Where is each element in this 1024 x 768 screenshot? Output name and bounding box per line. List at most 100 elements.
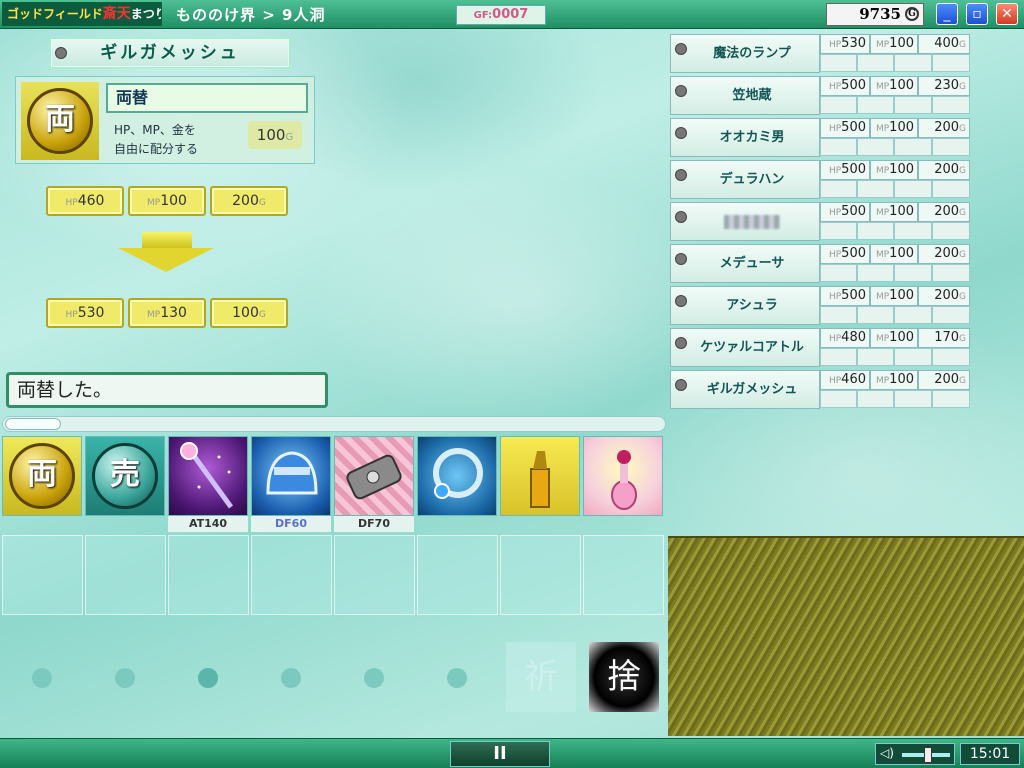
mp-value: 100 — [889, 36, 914, 51]
empty-slot[interactable] — [85, 535, 166, 615]
slot-bar — [820, 96, 857, 114]
empty-slot[interactable] — [168, 535, 249, 615]
coin-icon: G — [905, 7, 919, 21]
mp-label: MP — [875, 166, 890, 176]
empty-slot[interactable] — [251, 535, 332, 615]
page-dot[interactable] — [115, 668, 135, 688]
skill-description: HP、MP、金を 自由に配分する — [114, 121, 198, 159]
player-slot[interactable]: 笠地蔵 HP500 MP100 230G — [670, 76, 970, 115]
empty-slot[interactable] — [583, 535, 664, 615]
battle-field-area — [668, 536, 1024, 736]
slot-gold: 200G — [918, 160, 970, 180]
skill-icon-frame: 両 — [21, 82, 99, 160]
mp-label: MP — [875, 40, 890, 50]
slot-mp: MP100 — [870, 118, 918, 138]
empty-slot[interactable] — [500, 535, 581, 615]
slot-gold: 170G — [918, 328, 970, 348]
slot-bar — [857, 306, 894, 324]
slot-gold: 200G — [918, 244, 970, 264]
gold-value: 200 — [934, 288, 960, 303]
helmet-icon — [266, 451, 318, 495]
player-slot[interactable]: ギルガメッシュ HP460 MP100 200G — [670, 370, 970, 409]
inventory-item-potion-pink[interactable] — [583, 436, 663, 516]
inventory-item-potion-yellow[interactable] — [500, 436, 580, 516]
volume-knob[interactable] — [924, 747, 932, 763]
slot-hp: HP500 — [820, 160, 870, 180]
slot-bar — [820, 54, 857, 72]
player-slot[interactable]: メデューサ HP500 MP100 200G — [670, 244, 970, 283]
minimize-button[interactable]: _ — [936, 3, 958, 25]
pin-icon — [675, 43, 687, 55]
inventory-item-gauntlet[interactable] — [334, 436, 414, 516]
top-bar: ゴッドフィールド斎天まつり もののけ界 > 9人洞 GF:0007 9735G … — [0, 0, 1024, 29]
close-button[interactable]: ✕ — [996, 3, 1018, 25]
inventory-scrollbar[interactable] — [2, 416, 666, 432]
page-dot[interactable] — [281, 668, 301, 688]
pray-button[interactable]: 祈 — [506, 642, 576, 712]
discard-button[interactable]: 捨 — [589, 642, 659, 712]
potion-icon — [530, 451, 550, 508]
scroll-thumb[interactable] — [5, 418, 61, 430]
slot-hp: HP500 — [820, 244, 870, 264]
gold-unit: G — [258, 198, 266, 208]
player-slot-name: アシュラ — [726, 298, 778, 313]
slot-bar — [894, 138, 932, 156]
empty-slot[interactable] — [417, 535, 498, 615]
pin-icon — [675, 295, 687, 307]
hp-value: 530 — [841, 36, 866, 51]
player-name: ギルガメッシュ — [100, 43, 240, 63]
player-slot-plate: アシュラ — [670, 286, 820, 325]
page-dot[interactable] — [364, 668, 384, 688]
slot-bar — [894, 264, 932, 282]
player-slot[interactable]: ケツァルコアトル HP480 MP100 170G — [670, 328, 970, 367]
mp-value: 130 — [160, 305, 187, 321]
mp-value: 100 — [889, 204, 914, 219]
inventory-item-helmet[interactable] — [251, 436, 331, 516]
inventory-item-exchange[interactable]: 両 — [2, 436, 82, 516]
stats-after: HP530 MP130 100G — [46, 298, 288, 328]
maximize-button[interactable]: ▫ — [966, 3, 988, 25]
gold-unit: G — [959, 334, 966, 344]
exchange-coin-icon: 両 — [27, 88, 93, 154]
ring-icon — [433, 448, 483, 499]
logo-text: ゴッドフィールド — [7, 7, 103, 21]
player-slot[interactable]: HP500 MP100 200G — [670, 202, 970, 241]
pause-button[interactable]: II — [450, 741, 550, 767]
potion-icon — [611, 450, 637, 510]
gold-before: 200G — [210, 186, 288, 216]
inventory-item-sell[interactable]: 売 — [85, 436, 165, 516]
hp-label: HP — [828, 166, 842, 176]
page-dot[interactable] — [32, 668, 52, 688]
player-slot[interactable]: オオカミ男 HP500 MP100 200G — [670, 118, 970, 157]
slot-mp: MP100 — [870, 328, 918, 348]
empty-slot[interactable] — [334, 535, 415, 615]
item-stat-label: DF70 — [334, 516, 414, 532]
player-slot[interactable]: デュラハン HP500 MP100 200G — [670, 160, 970, 199]
gold-value: 200 — [934, 120, 960, 135]
logo-suffix: まつり — [130, 7, 161, 21]
slot-bar — [857, 96, 894, 114]
player-slot[interactable]: 魔法のランプ HP530 MP100 400G — [670, 34, 970, 73]
gold-value: 100 — [232, 305, 259, 321]
clock: 15:01 — [960, 743, 1020, 765]
inventory-item-staff[interactable] — [168, 436, 248, 516]
slot-bar — [894, 390, 932, 408]
slot-bar — [894, 306, 932, 324]
page-dot[interactable] — [447, 668, 467, 688]
hp-label: HP — [828, 334, 842, 344]
page-dot[interactable] — [198, 668, 218, 688]
hp-value: 530 — [77, 305, 105, 321]
slot-bar — [932, 96, 970, 114]
gold-unit: G — [959, 292, 966, 302]
hp-label: HP — [65, 310, 78, 320]
mp-label: MP — [875, 292, 890, 302]
skill-cost-value: 100 — [256, 126, 286, 144]
slot-bar — [820, 138, 857, 156]
inventory-item-ring[interactable] — [417, 436, 497, 516]
pin-icon — [675, 169, 687, 181]
empty-slot[interactable] — [2, 535, 83, 615]
player-slot[interactable]: アシュラ HP500 MP100 200G — [670, 286, 970, 325]
pin-icon — [675, 337, 687, 349]
slot-gold: 200G — [918, 202, 970, 222]
volume-control[interactable]: ◁) — [875, 743, 955, 765]
